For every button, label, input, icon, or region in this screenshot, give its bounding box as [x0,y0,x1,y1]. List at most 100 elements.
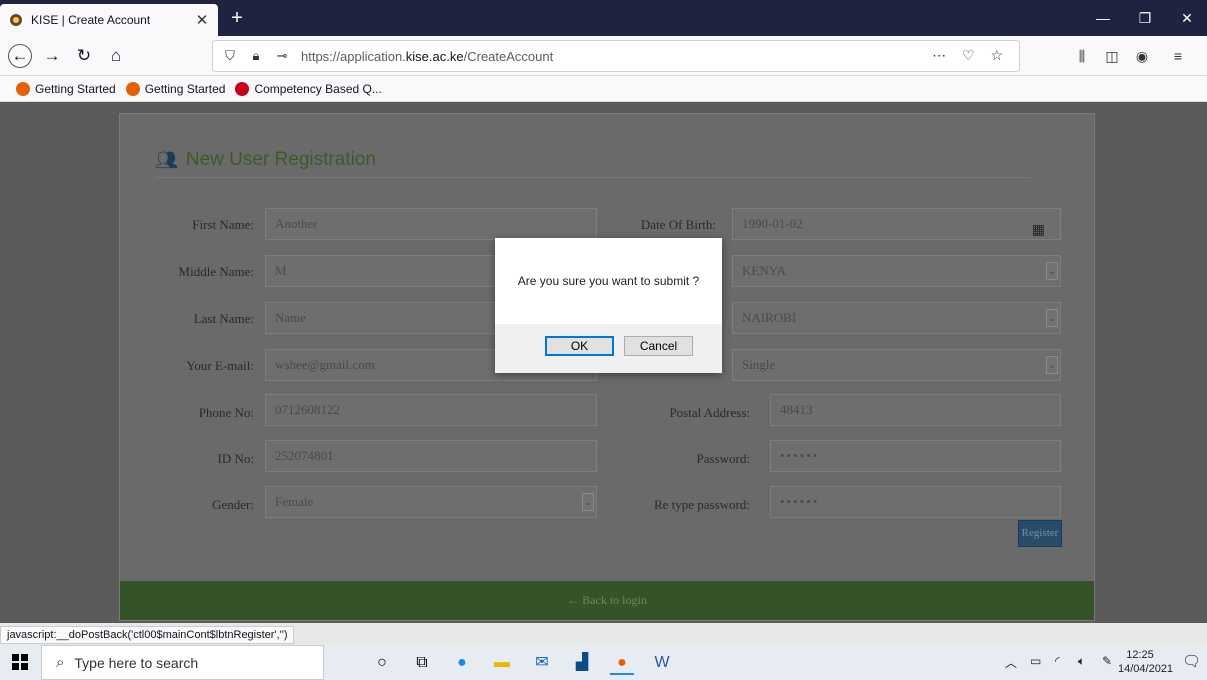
battery-icon[interactable]: ▭ [1030,654,1041,668]
cancel-button[interactable]: Cancel [624,336,693,356]
first-name-label: First Name: [192,217,254,232]
sidebar-icon[interactable]: ◫ [1100,44,1124,68]
country-value: KENYA [742,263,787,278]
password-label: Password: [696,451,750,466]
task-view-icon[interactable]: ⧉ [410,651,434,675]
chevron-up-icon[interactable]: ︿ [1005,654,1017,671]
id-field[interactable]: 252074801 [265,440,597,472]
confirm-dialog: Are you sure you want to submit ? OK Can… [495,238,722,373]
middle-name-label: Middle Name: [178,264,254,279]
notifications-icon[interactable]: 🗨︎ [1182,652,1201,670]
gender-select[interactable]: Female ⌄ [265,486,597,518]
volume-icon[interactable]: 🔈︎ [1078,654,1085,669]
system-clock[interactable]: 12:25 14/04/2021 [1118,648,1174,676]
divider [155,177,1031,178]
page-title: 👥︎ New User Registration [155,149,376,171]
register-button[interactable]: Register [1018,520,1062,547]
bookmark-label: Getting Started [144,81,226,96]
firefox-icon [16,81,30,96]
gender-value: Female [275,494,314,509]
bookmark-competency[interactable]: Competency Based Q... [235,81,382,96]
phone-field[interactable]: 0712608122 [265,394,597,426]
close-tab-icon[interactable]: ✕ [194,11,210,29]
pen-icon[interactable]: ✎ [1102,654,1112,668]
last-name-label: Last Name: [193,311,254,326]
edge-icon[interactable]: ● [450,651,474,675]
users-icon: 👥︎ [155,149,178,170]
address-bar[interactable]: ⛉ 🔒︎ ⊸ https://application.kise.ac.ke/Cr… [212,40,1020,72]
taskbar: ⌕ Type here to search ○ ⧉ ● ▬ ✉ ▟ ● W ︿ … [0,645,1207,680]
cortana-icon[interactable]: ○ [370,651,394,675]
taskbar-search-box[interactable]: ⌕ Type here to search [41,645,324,680]
calendar-icon[interactable]: ▦ [1032,216,1045,246]
chevron-down-icon: ⌄ [582,493,594,511]
gender-label: Gender: [212,497,254,512]
email-label: Your E-mail: [186,358,254,373]
windows-start-icon[interactable] [12,654,28,670]
bookmark-label: Getting Started [35,81,116,96]
menu-icon[interactable]: ≡ [1166,44,1190,68]
marital-value: Single [742,357,776,372]
retype-password-field[interactable]: •••••• [770,486,1061,518]
retype-password-label: Re type password: [653,497,750,512]
url-path: /CreateAccount [463,48,554,64]
clock-time: 12:25 [1126,649,1154,661]
chevron-down-icon: ⌄ [1046,356,1058,374]
account-icon[interactable]: ◉ [1130,44,1154,68]
chevron-down-icon: ⌄ [1046,262,1058,280]
dob-field[interactable]: 1990-01-02 ▦ [732,208,1061,240]
word-icon[interactable]: W [650,651,674,675]
bookmark-getting-started-1[interactable]: Getting Started [16,81,116,96]
clock-date: 14/04/2021 [1118,663,1174,675]
url-prefix: https://application. [301,48,406,64]
navigation-bar: ← → ↻ ⌂ ⛉ 🔒︎ ⊸ https://application.kise.… [0,36,1207,76]
search-icon: ⌕ [56,654,65,671]
back-to-login-link[interactable]: ← Back to login [120,581,1094,620]
library-icon[interactable]: ⫼ [1070,44,1094,68]
browser-tab[interactable]: KISE | Create Account ✕ [0,4,218,36]
permissions-icon[interactable]: ⊸ [273,48,291,64]
forward-icon[interactable]: → [40,44,64,68]
file-explorer-icon[interactable]: ▬ [490,651,514,675]
id-label: ID No: [217,451,254,466]
restore-icon[interactable]: ❐ [1130,6,1160,30]
browser-tab-bar: KISE | Create Account ✕ + — ❐ ✕ [0,0,1207,36]
bookmarks-bar: Getting Started Getting Started Competen… [0,76,1207,102]
minimize-icon[interactable]: — [1088,6,1118,30]
status-link-preview: javascript:__doPostBack('ctl00$mainCont$… [0,626,295,644]
shield-icon[interactable]: ⛉ [221,48,239,64]
postal-field[interactable]: 48413 [770,394,1061,426]
dob-label: Date Of Birth: [640,217,716,232]
bookmark-label: Competency Based Q... [254,81,382,96]
search-placeholder: Type here to search [74,654,199,671]
marital-status-select[interactable]: Single ⌄ [732,349,1061,381]
postal-label: Postal Address: [669,405,750,420]
chevron-down-icon: ⌄ [1046,309,1058,327]
county-value: NAIROBI [742,310,797,325]
password-field[interactable]: •••••• [770,440,1061,472]
bookmark-getting-started-2[interactable]: Getting Started [125,81,226,96]
dialog-footer: OK Cancel [495,324,722,373]
wifi-icon[interactable]: ◜ [1055,654,1060,668]
firefox-taskbar-icon[interactable]: ● [610,651,634,675]
dialog-message: Are you sure you want to submit ? [517,274,700,288]
new-tab-icon[interactable]: + [226,8,248,30]
ok-button[interactable]: OK [545,336,614,356]
mail-icon[interactable]: ✉ [530,651,554,675]
page-actions[interactable]: ⋯ ♡ ☆ [932,47,1009,64]
close-window-icon[interactable]: ✕ [1172,6,1202,30]
site-favicon-icon [8,12,24,28]
url-text[interactable]: https://application.kise.ac.ke/CreateAcc… [301,49,553,64]
first-name-field[interactable]: Another [265,208,597,240]
lock-icon[interactable]: 🔒︎ [247,48,265,64]
home-icon[interactable]: ⌂ [104,44,128,68]
tab-title: KISE | Create Account [31,13,151,27]
url-domain: kise.ac.ke [405,48,464,64]
reload-icon[interactable]: ↻ [72,44,96,68]
stock-app-icon[interactable]: ▟ [570,651,594,675]
heading-text: New User Registration [185,149,376,170]
county-select[interactable]: NAIROBI ⌄ [732,302,1061,334]
back-icon[interactable]: ← [8,44,32,68]
bookmark-site-icon [235,81,250,96]
country-select[interactable]: KENYA ⌄ [732,255,1061,287]
